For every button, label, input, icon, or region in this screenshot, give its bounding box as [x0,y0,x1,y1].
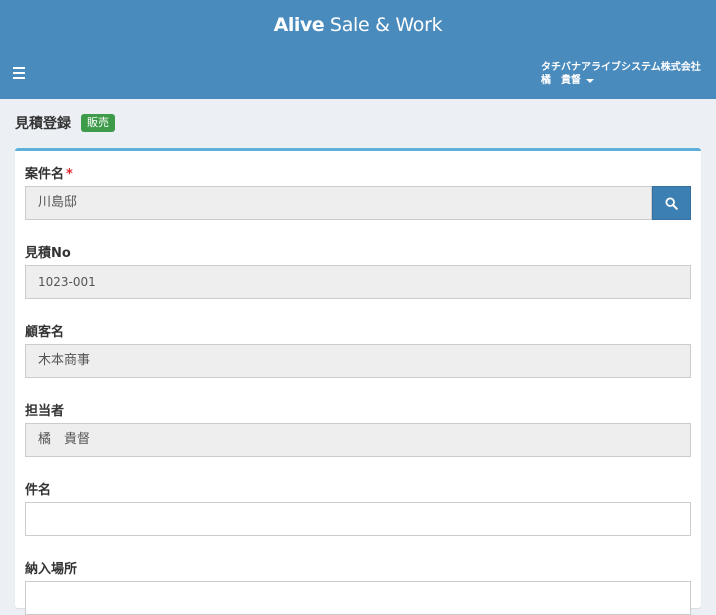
quote-no-input[interactable]: 1023-001 [25,265,691,299]
subject-input[interactable] [25,502,691,536]
project-input[interactable]: 川島邸 [25,186,652,220]
user-name: 橘 貴督 [541,75,581,86]
delivery-place-input[interactable] [25,581,691,615]
brand-name-bold: Alive [273,14,325,36]
project-label: 案件名 * [25,163,73,182]
project-label-text: 案件名 [25,167,65,182]
user-menu[interactable]: タチバナアライブシステム株式会社 橘 貴督 [541,61,711,87]
caret-down-icon [586,78,594,83]
project-search-button[interactable] [652,186,691,220]
top-header: Alive Sale & Work タチバナアライブシステム株式会社 橘 貴督 [0,0,716,99]
search-icon [665,196,678,210]
category-badge: 販売 [81,114,115,132]
staff-input[interactable]: 橘 貴督 [25,423,691,457]
quote-no-label: 見積No [25,246,71,261]
customer-input[interactable]: 木本商事 [25,344,691,378]
staff-label: 担当者 [25,404,65,419]
customer-label: 顧客名 [25,325,65,340]
page-title: 見積登録 [15,116,71,132]
required-mark: * [66,167,73,182]
app-brand[interactable]: Alive Sale & Work [0,12,716,38]
brand-name-rest: Sale & Work [324,14,443,36]
company-name: タチバナアライブシステム株式会社 [541,62,701,73]
subject-label: 件名 [25,483,52,498]
form-card: 案件名 * 川島邸 見積No 1023-001 顧客名 木本商事 担当者 橘 貴督… [15,148,701,615]
delivery-place-label: 納入場所 [25,562,78,577]
hamburger-icon[interactable] [13,67,29,81]
